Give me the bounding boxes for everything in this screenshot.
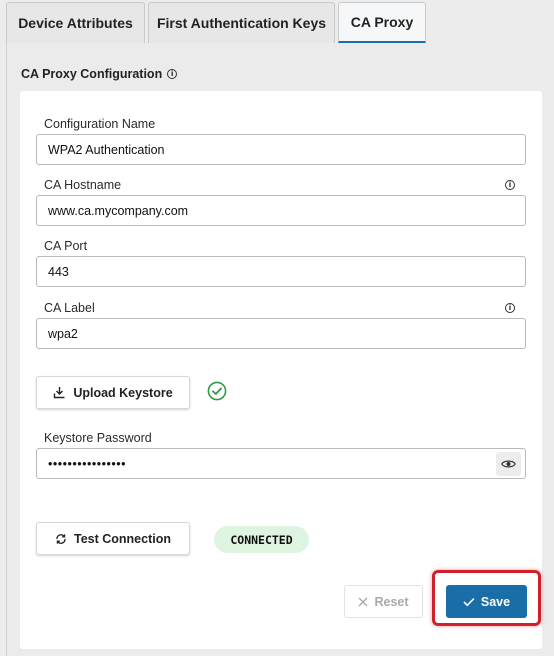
config-name-value: WPA2 Authentication [48,142,165,157]
ca-hostname-input[interactable]: www.ca.mycompany.com [36,195,526,226]
ca-port-value: 443 [48,264,69,279]
ca-hostname-label: CA Hostname [44,178,122,192]
config-name-label: Configuration Name [44,117,156,131]
ca-port-label: CA Port [44,239,88,253]
ca-label-input[interactable]: wpa2 [36,318,526,349]
test-connection-button[interactable]: Test Connection [36,522,190,555]
keystore-password-input[interactable]: •••••••••••••••• [36,448,526,479]
reset-label: Reset [374,594,409,609]
close-icon [358,597,368,606]
test-connection-label: Test Connection [74,531,171,546]
upload-icon [54,387,65,399]
show-password-toggle[interactable] [496,452,521,476]
tab-ca-proxy[interactable]: CA Proxy [338,2,426,43]
refresh-icon [56,533,66,544]
keystore-password-label: Keystore Password [44,431,152,445]
check-circle-icon [207,381,227,401]
ca-label-info-icon[interactable]: i [505,303,515,313]
configuration-card: Configuration Name WPA2 Authentication C… [20,91,542,649]
save-highlight-annotation [432,570,541,626]
info-circle-icon[interactable]: i [167,69,178,79]
eye-icon [501,460,516,468]
upload-keystore-button[interactable]: Upload Keystore [36,376,190,409]
tab-device-attributes[interactable]: Device Attributes [6,2,145,43]
reset-button[interactable]: Reset [344,585,423,618]
tab-bar: Device Attributes First Authentication K… [0,0,554,44]
ca-hostname-info-icon[interactable]: i [505,180,515,190]
upload-keystore-label: Upload Keystore [73,385,173,400]
section-title: CA Proxy Configuration [21,67,163,81]
ca-label-label: CA Label [44,301,95,315]
connection-status-badge: CONNECTED [214,526,309,553]
ca-proxy-panel: CA Proxy Configuration i Configuration N… [6,43,554,656]
section-header: CA Proxy Configuration i [21,67,178,81]
ca-label-value: wpa2 [48,326,78,341]
tab-first-authentication-keys[interactable]: First Authentication Keys [148,2,335,43]
keystore-password-value: •••••••••••••••• [48,456,127,471]
ca-port-input[interactable]: 443 [36,256,526,287]
ca-hostname-value: www.ca.mycompany.com [48,203,189,218]
config-name-input[interactable]: WPA2 Authentication [36,134,526,165]
